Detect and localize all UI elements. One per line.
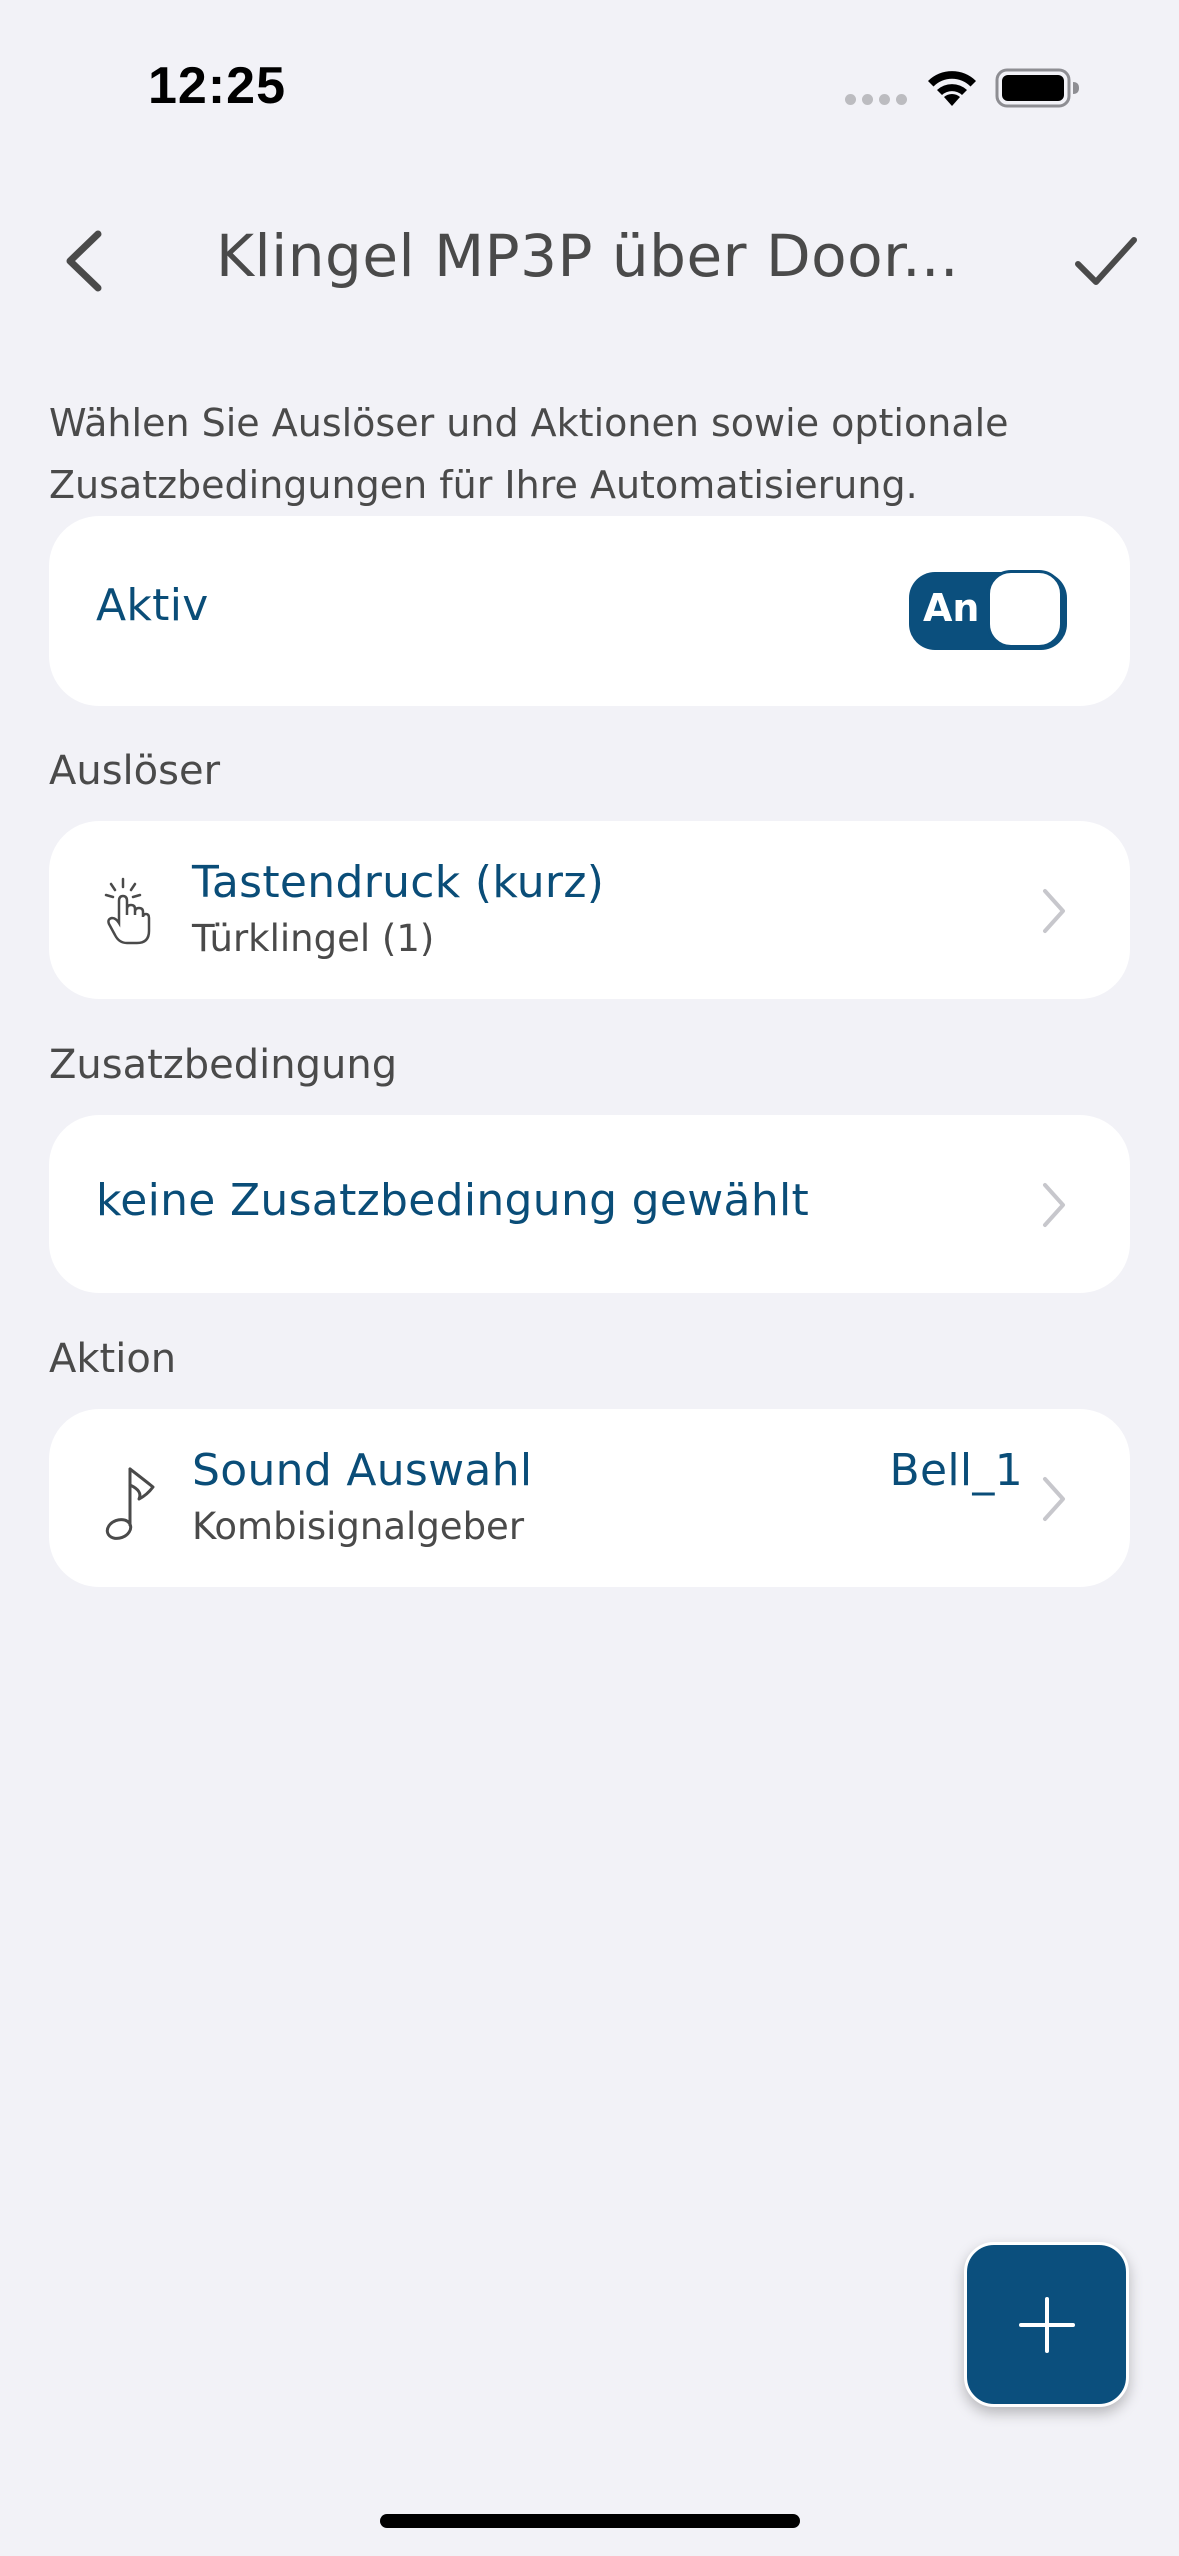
toggle-label: An <box>923 586 980 630</box>
hand-tap-icon <box>104 877 151 945</box>
confirm-button[interactable] <box>1074 232 1138 292</box>
chevron-right-icon <box>1043 1477 1065 1521</box>
action-row[interactable]: Sound Auswahl Kombisignalgeber Bell_1 <box>49 1409 1130 1587</box>
status-time: 12:25 <box>148 57 286 115</box>
active-toggle[interactable]: An <box>909 570 1067 650</box>
status-bar: 12:25 <box>0 0 1179 170</box>
active-label: Aktiv <box>96 580 209 631</box>
add-button[interactable] <box>964 2242 1129 2407</box>
condition-section-header: Zusatzbedingung <box>49 1042 398 1088</box>
plus-icon <box>1019 2297 1075 2353</box>
action-section-header: Aktion <box>49 1336 177 1382</box>
trigger-section-header: Auslöser <box>49 748 221 794</box>
battery-icon <box>995 68 1079 108</box>
chevron-right-icon <box>1043 889 1065 933</box>
home-indicator[interactable] <box>380 2514 800 2528</box>
page-title: Klingel MP3P über Door... <box>216 222 959 290</box>
condition-text: keine Zusatzbedingung gewählt <box>96 1175 810 1226</box>
chevron-right-icon <box>1043 1183 1065 1227</box>
music-note-icon <box>105 1467 155 1540</box>
trigger-row[interactable]: Tastendruck (kurz) Türklingel (1) <box>49 821 1130 999</box>
checkmark-icon <box>1075 237 1137 285</box>
description-text: Wählen Sie Auslöser und Aktionen sowie o… <box>49 401 1009 507</box>
navigation-bar: Klingel MP3P über Door... <box>0 200 1179 320</box>
trigger-title: Tastendruck (kurz) <box>192 857 605 908</box>
wifi-icon <box>928 71 976 106</box>
chevron-left-icon <box>66 230 102 292</box>
toggle-knob <box>987 570 1063 648</box>
action-title: Sound Auswahl <box>192 1445 533 1496</box>
action-value: Bell_1 <box>889 1445 1023 1496</box>
cellular-signal-icon <box>845 94 907 105</box>
back-button[interactable] <box>56 226 116 296</box>
active-card: Aktiv An <box>49 516 1130 706</box>
trigger-subtitle: Türklingel (1) <box>192 917 435 960</box>
condition-row[interactable]: keine Zusatzbedingung gewählt <box>49 1115 1130 1293</box>
action-subtitle: Kombisignalgeber <box>192 1505 525 1548</box>
